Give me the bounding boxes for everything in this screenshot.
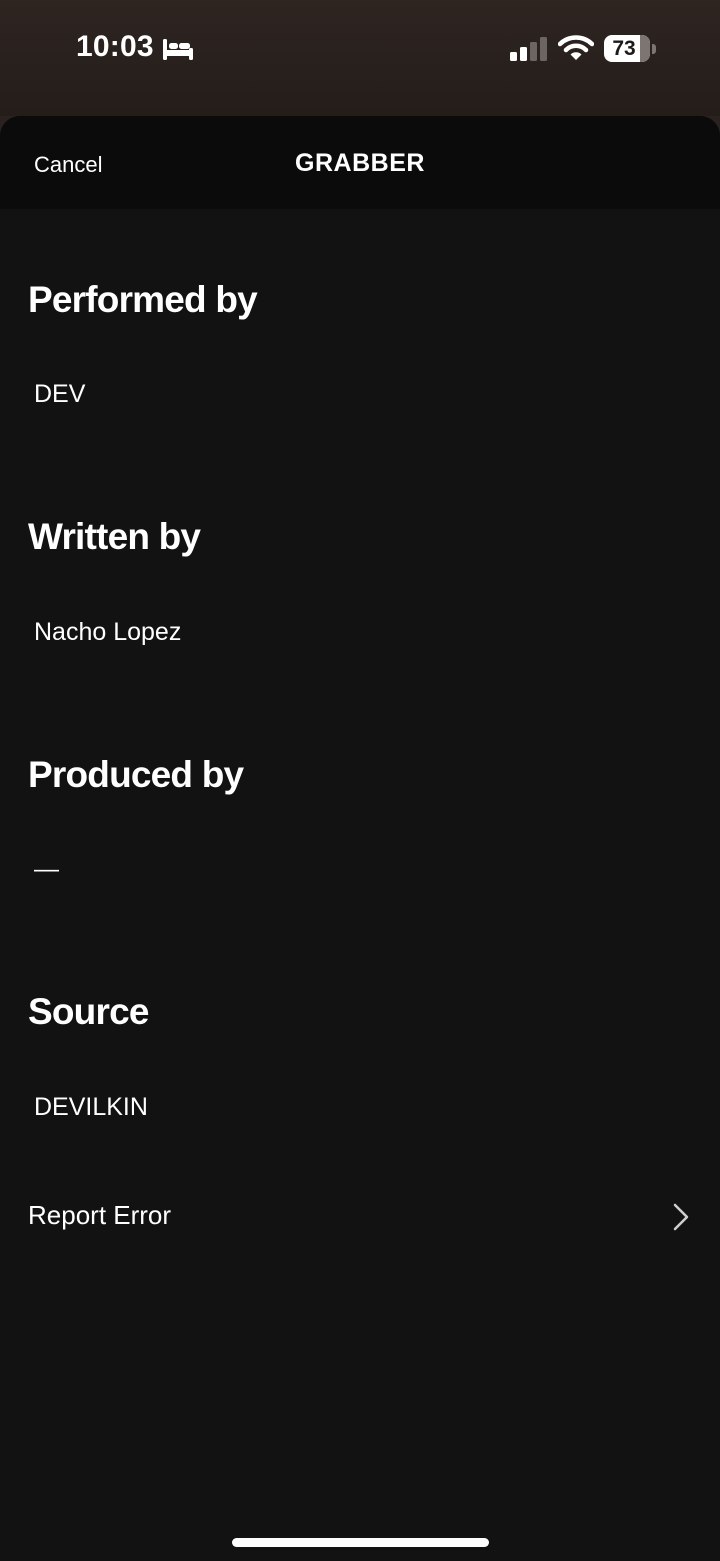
- report-error-label: Report Error: [28, 1200, 172, 1230]
- cellular-signal-icon: [510, 37, 547, 61]
- status-bar: 10:03 73: [0, 0, 720, 116]
- sheet-header: Cancel GRABBER: [0, 116, 720, 209]
- home-indicator[interactable]: [232, 1538, 489, 1547]
- chevron-right-icon: [673, 1203, 689, 1231]
- produced-by-heading: Produced by: [28, 754, 244, 795]
- source-heading: Source: [28, 991, 149, 1032]
- credits-sheet: Cancel GRABBER Performed by DEV Written …: [0, 116, 720, 1561]
- performed-by-heading: Performed by: [28, 279, 258, 320]
- report-error-row[interactable]: Report Error: [0, 1182, 720, 1248]
- produced-by-value: —: [34, 855, 59, 883]
- bed-icon: [163, 39, 193, 60]
- written-by-value: Nacho Lopez: [34, 618, 182, 646]
- battery-body: 73: [604, 35, 650, 62]
- wifi-icon: [558, 35, 594, 60]
- sheet-title: GRABBER: [295, 149, 425, 177]
- source-value: DEVILKIN: [34, 1093, 148, 1121]
- battery-percent: 73: [612, 37, 636, 60]
- performed-by-value: DEV: [34, 380, 86, 408]
- written-by-heading: Written by: [28, 516, 201, 557]
- battery-cap: [652, 44, 656, 54]
- battery-indicator: 73: [604, 35, 656, 62]
- status-time: 10:03: [76, 30, 154, 63]
